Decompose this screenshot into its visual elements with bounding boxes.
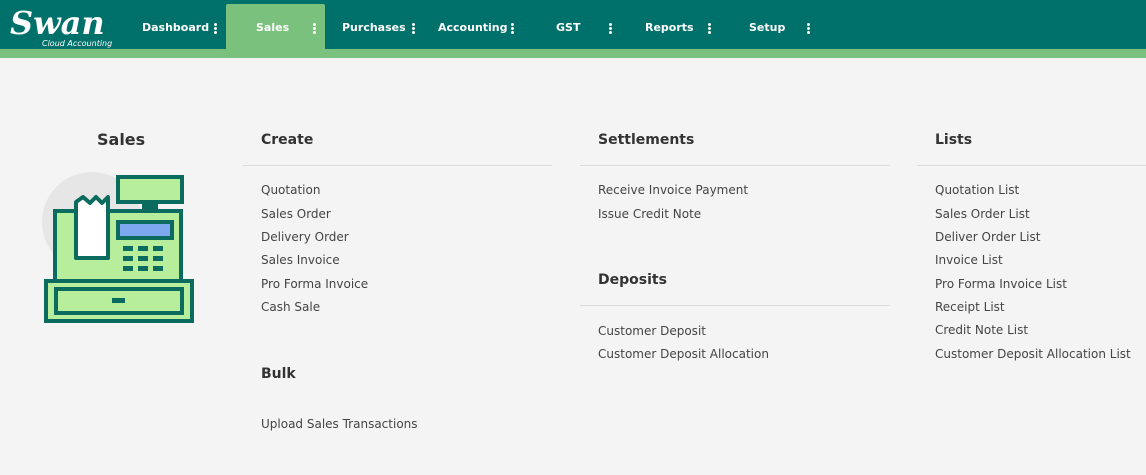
- logo-tagline: Cloud Accounting: [42, 39, 113, 48]
- more-options-icon[interactable]: [214, 23, 217, 34]
- divider: [243, 165, 552, 166]
- nav-label: Dashboard: [142, 21, 210, 34]
- nav-item-purchases[interactable]: Purchases: [325, 4, 423, 49]
- divider: [917, 165, 1146, 166]
- divider: [580, 305, 890, 306]
- more-options-icon[interactable]: [609, 23, 612, 34]
- cash-register-icon: [42, 172, 194, 323]
- nav-label: Reports: [645, 21, 694, 34]
- nav-label: Setup: [749, 21, 786, 34]
- nav-item-dashboard[interactable]: Dashboard: [130, 4, 226, 49]
- accent-stripe: [0, 49, 1146, 58]
- link-cash-sale[interactable]: Cash Sale: [261, 300, 320, 314]
- more-options-icon[interactable]: [708, 23, 711, 34]
- more-options-icon[interactable]: [807, 23, 810, 34]
- link-receive-invoice-payment[interactable]: Receive Invoice Payment: [598, 183, 748, 197]
- section-title-bulk: Bulk: [261, 366, 296, 382]
- section-title-deposits: Deposits: [598, 272, 667, 288]
- more-options-icon[interactable]: [511, 23, 514, 34]
- link-sales-invoice[interactable]: Sales Invoice: [261, 253, 340, 267]
- link-pro-forma-invoice[interactable]: Pro Forma Invoice: [261, 277, 368, 291]
- logo-wordmark: Swan: [10, 4, 105, 42]
- more-options-icon[interactable]: [313, 23, 316, 34]
- nav-label: Purchases: [342, 21, 406, 34]
- nav-item-accounting[interactable]: Accounting: [423, 4, 523, 49]
- more-options-icon[interactable]: [412, 23, 415, 34]
- nav-item-reports[interactable]: Reports: [622, 4, 720, 49]
- link-deliver-order-list[interactable]: Deliver Order List: [935, 230, 1040, 244]
- link-customer-deposit-allocation-list[interactable]: Customer Deposit Allocation List: [935, 347, 1131, 361]
- link-sales-order[interactable]: Sales Order: [261, 207, 331, 221]
- nav-label: Sales: [256, 21, 290, 34]
- link-customer-deposit-allocation[interactable]: Customer Deposit Allocation: [598, 347, 769, 361]
- link-customer-deposit[interactable]: Customer Deposit: [598, 324, 706, 338]
- nav-item-setup[interactable]: Setup: [720, 4, 820, 49]
- link-pro-forma-invoice-list[interactable]: Pro Forma Invoice List: [935, 277, 1067, 291]
- nav-label: GST: [556, 21, 581, 34]
- link-invoice-list[interactable]: Invoice List: [935, 253, 1003, 267]
- link-receipt-list[interactable]: Receipt List: [935, 300, 1005, 314]
- link-credit-note-list[interactable]: Credit Note List: [935, 323, 1028, 337]
- link-issue-credit-note[interactable]: Issue Credit Note: [598, 207, 701, 221]
- link-delivery-order[interactable]: Delivery Order: [261, 230, 349, 244]
- module-title: Sales: [97, 130, 146, 149]
- divider: [580, 165, 890, 166]
- nav-item-sales[interactable]: Sales: [226, 4, 325, 49]
- top-navigation-bar: Swan Cloud Accounting Dashboard Sales Pu…: [0, 0, 1146, 49]
- section-title-create: Create: [261, 132, 314, 148]
- nav-item-gst[interactable]: GST: [523, 4, 622, 49]
- nav-label: Accounting: [438, 21, 508, 34]
- swan-logo[interactable]: Swan Cloud Accounting: [8, 4, 114, 48]
- link-upload-sales-transactions[interactable]: Upload Sales Transactions: [261, 417, 418, 431]
- link-sales-order-list[interactable]: Sales Order List: [935, 207, 1030, 221]
- section-title-settlements: Settlements: [598, 132, 695, 148]
- link-quotation-list[interactable]: Quotation List: [935, 183, 1019, 197]
- link-quotation[interactable]: Quotation: [261, 183, 320, 197]
- section-title-lists: Lists: [935, 132, 973, 148]
